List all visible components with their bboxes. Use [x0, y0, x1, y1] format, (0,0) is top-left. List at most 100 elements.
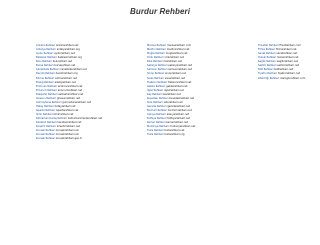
directory-link-name: Tuzla Rehberi [147, 129, 164, 133]
directory-link-name: Trabzon Rehberi [147, 80, 168, 84]
directory-column-1: Ankara Rehberi ankararehberi.net Antalya … [36, 44, 102, 142]
directory-link-name: Kaş Rehberi [147, 92, 162, 96]
directory-link-domain: saglikrehberi.net [276, 60, 298, 64]
directory-link-domain: tatilrehberi.net [274, 68, 293, 72]
directory-link-name: Sakarya Rehberi [147, 64, 168, 68]
directory-link-domain: rizerehberi.net [163, 60, 182, 64]
directory-link-name: Ankara Rehberi [36, 44, 56, 47]
directory-link-domain: oteloglurehberi.com [280, 76, 306, 80]
directory-link-domain: edirnerehberi.net [55, 76, 77, 80]
directory-link-name: Hatay Rehberi [36, 104, 54, 108]
directory-link-domain: sinoprehberi.net [165, 72, 186, 76]
directory-link-domain: alanyarehberi.net [166, 113, 189, 117]
directory-link-name: Ordu Rehberi [147, 56, 164, 60]
directory-link-name: Mudanya Rehberi [147, 125, 169, 129]
directory-link-domain: muglarehberi.net [165, 52, 188, 56]
directory-link-name: Elazığ Rehberi [36, 80, 54, 84]
directory-link-domain: tuzlarehberi.org [164, 133, 185, 137]
directory-link-name: Erzurum Rehberi [36, 88, 57, 92]
directory-link-name: Sanat Rehberi [258, 52, 276, 56]
directory-link-domain: kahramanmarasrehberi.net [67, 117, 103, 121]
directory-link-name: Tiyatro Rehberi [258, 72, 278, 76]
directory-link-domain: sektorrehberi.net [277, 64, 299, 68]
directory-link-name: Gebze Rehberi [147, 84, 166, 88]
directory-link-domain: gumushanerehberi.net [62, 100, 91, 104]
directory-link-domain: antalyarehberi.org [56, 48, 80, 52]
directory-link-name: Karabük Rehberi [36, 121, 57, 125]
directory-link-domain: kasrehberi.net [162, 92, 181, 96]
directory-link-name: Bursa Rehberi [36, 64, 54, 68]
page-title: Burdur Rehberi [129, 7, 191, 16]
directory-link-domain: mardinrehberi.net [166, 48, 190, 52]
directory-link-domain: siderehberi.net [163, 100, 183, 104]
directory-link-domain: gebzerehberi.net [166, 84, 188, 88]
directory-link-name: Samsun Rehberi [147, 68, 168, 72]
directory-link-name: Side Rehberi [147, 100, 163, 104]
directory-link-domain: sakaryarehberi.net [168, 64, 192, 68]
directory-link-domain: balikesirrehberi.org [57, 56, 82, 60]
directory-link-domain: erzurumrehberi.net [57, 88, 83, 92]
directory-link-domain: aydinrehberi.net [54, 52, 75, 56]
directory-link-name: Fethiye Rehberi [147, 117, 167, 121]
directory-link-domain: gerederehberi.net [167, 104, 190, 108]
directory-link-name: İzmir Rehberi [36, 113, 53, 117]
directory-link-name: Kocaeli Rehberi [36, 133, 56, 137]
directory-link-domain: fethiyerehberi.net [167, 117, 190, 121]
directory-link-name: Alanya Rehberi [147, 113, 166, 117]
directory-link-domain: ankararehberi.net [55, 44, 79, 47]
directory-link-domain: tiyatrorehberi.net [277, 72, 300, 76]
directory-link-domain: elazigrehberi.net [54, 80, 76, 84]
directory-link-name: Antalya Rehberi [36, 48, 56, 52]
directory-link-name: Gümüşhane Rehberi [36, 100, 62, 104]
directory-link-domain: bolurehberi.net [52, 60, 72, 64]
directory-link-name: Kırşehir Rehberi [36, 125, 56, 129]
directory-link-name: Denizli Rehberi [36, 72, 55, 76]
directory-link-name: Fırsatlar Rehberi [258, 44, 279, 47]
directory-link-domain: ilgazrehberi.net [164, 88, 184, 92]
directory-link-domain: kusadasirehberi.net [169, 96, 194, 100]
directory-link-domain: kirsehirrehberi.net [56, 125, 80, 129]
directory-link-domain: trabzonrehberi.net [167, 80, 192, 84]
directory-link-domain: giresunrehberi.net [56, 96, 80, 100]
directory-link-domain: sivasrehberi.net [164, 76, 185, 80]
directory-link-name: Bolu Rehberi [36, 60, 52, 64]
directory-link-name: Balıkesir Rehberi [36, 56, 57, 60]
directory-link-name: Sivas Rehberi [147, 76, 164, 80]
directory-link-name: Kocaeli Rehberi [36, 137, 56, 141]
directory-column-3: Fırsatlar Rehberi firsatrehberi.com Firma… [258, 44, 305, 81]
directory-link-name: Hukuk Rehberi [258, 56, 277, 60]
directory-link[interactable]: Tuzla Rehberi tuzlarehberi.org [147, 133, 195, 137]
directory-link-name: Sinop Rehberi [147, 72, 165, 76]
directory-link-name: Firma Rehberi [258, 48, 276, 52]
directory-link-name: Kemer Rehberi [147, 121, 166, 125]
directory-link-domain: canakkalerehberi.net [60, 68, 87, 72]
directory-link-name: Aydın Rehberi [36, 52, 54, 56]
directory-link-domain: kocaelirehberi.net [56, 129, 79, 133]
directory-link-name: Sağlık Rehberi [258, 60, 276, 64]
directory-link-domain: sanatrehberi.net [276, 52, 298, 56]
directory-link[interactable]: Otelciliği Rehberi oteloglurehberi.com [258, 77, 305, 81]
directory-link-name: Muğla Rehberi [147, 52, 165, 56]
directory-link-domain: bodrumrehberi.net [168, 109, 192, 112]
directory-link-name: Tatil Rehberi [258, 68, 274, 72]
directory-link-name: Sektör Rehberi [258, 64, 277, 68]
directory-link-domain: manisarehberi.com [167, 44, 192, 47]
directory-link-name: Isparta Rehberi [36, 109, 56, 112]
directory-link-name: Manisa Rehberi [147, 44, 167, 47]
directory-link-domain: erzincanrehberi.net [57, 84, 83, 88]
directory-link-domain: ordurehberi.net [164, 56, 184, 60]
directory-link-domain: kemerrehberi.net [166, 121, 188, 125]
directory-column-2: Manisa Rehberi manisarehberi.com Mardin R… [147, 44, 195, 137]
directory-link-name: Mardin Rehberi [147, 48, 166, 52]
directory-link-domain: hatayrehberi.net [54, 104, 76, 108]
directory-link-domain: kocaelirehberi.net [56, 133, 79, 137]
directory-link-domain: firsatrehberi.com [279, 44, 301, 47]
directory-link-domain: samsunrehberi.net [168, 68, 192, 72]
directory-link-name: Edirne Rehberi [36, 76, 55, 80]
directory-link[interactable]: Kocaeli Rehberi kocaelirehberi.gen.tr [36, 137, 102, 141]
directory-link-domain: izmirrehberi.net [53, 113, 74, 117]
directory-link-name: Eskişehir Rehberi [36, 92, 58, 96]
directory-link-name: Giresun Rehberi [36, 96, 57, 100]
directory-link-domain: kocaelirehberi.gen.tr [56, 137, 83, 141]
directory-link-domain: firmarehberi.net [276, 48, 297, 52]
